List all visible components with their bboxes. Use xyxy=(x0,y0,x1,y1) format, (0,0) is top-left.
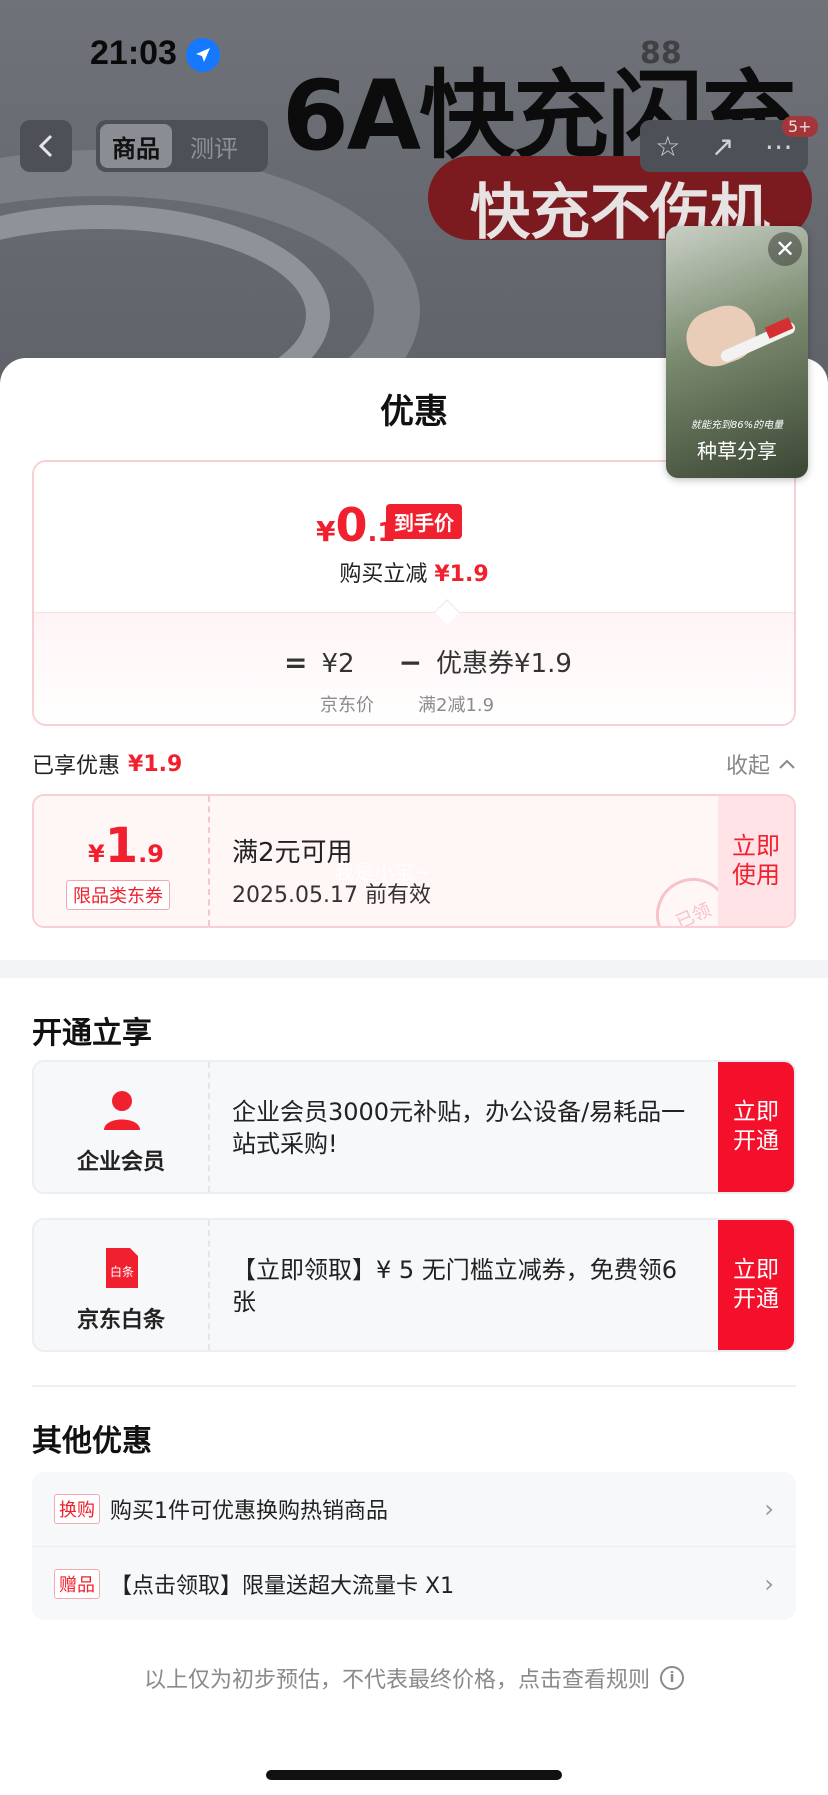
disclaimer[interactable]: 以上仅为初步预估，不代表最终价格，点击查看规则 i xyxy=(0,1662,828,1694)
floating-video[interactable]: ✕ 就能充到86%的电量 种草分享 xyxy=(666,226,808,478)
back-button[interactable] xyxy=(20,120,72,172)
tab-review[interactable]: 测评 xyxy=(178,124,250,168)
open-enterprise-button[interactable]: 立即 开通 xyxy=(718,1062,794,1192)
star-icon[interactable]: ☆ xyxy=(655,130,680,163)
collapse-button[interactable]: 收起 xyxy=(726,748,796,780)
video-hand-image xyxy=(678,297,764,375)
chevron-up-icon xyxy=(779,759,795,769)
use-coupon-button[interactable]: 立即 使用 xyxy=(718,796,794,926)
person-icon xyxy=(104,1091,140,1130)
instant-cut: 购买立减 ¥1.9 xyxy=(339,562,489,587)
price-formula: = ¥2 − 优惠券¥1.9 xyxy=(284,643,572,680)
status-time: 21:03 xyxy=(90,34,177,72)
benefit-text: 企业会员3000元补贴，办公设备/易耗品一站式采购! xyxy=(232,1098,686,1159)
tab-product[interactable]: 商品 xyxy=(100,124,172,168)
battery-indicator: 88 xyxy=(640,36,682,71)
final-price: ¥ 0 .1 xyxy=(316,498,396,552)
other-section-title: 其他优惠 xyxy=(32,1424,152,1459)
coupon-rule-label: 满2减1.9 xyxy=(418,695,495,716)
info-icon: i xyxy=(660,1666,684,1690)
discount-sheet: 优惠 ¥ 0 .1 到手价 购买立减 ¥1.9 = ¥2 − 优惠券¥1.9 京… xyxy=(0,358,828,1795)
chevron-left-icon xyxy=(38,134,53,158)
video-caption: 就能充到86%的电量 xyxy=(690,420,784,431)
message-badge: 5+ xyxy=(782,116,818,137)
list-item-gift[interactable]: 赠品 【点击领取】限量送超大流量卡 X1 › xyxy=(32,1546,796,1620)
benefit-card-baitiao: 白条 京东白条 【立即领取】¥ 5 无门槛立减券，免费领6张 立即 开通 xyxy=(32,1218,796,1352)
section-divider xyxy=(0,960,828,978)
other-discount-list: 换购 购买1件可优惠换购热销商品 › 赠品 【点击领取】限量送超大流量卡 X1 … xyxy=(32,1472,796,1620)
video-label: 种草分享 xyxy=(697,439,777,463)
share-icon[interactable]: ↗ xyxy=(711,130,734,163)
coupon-card: ¥ 1 .9 限品类东券 满2元可用 2025.05.17 前有效 我是小宝~ … xyxy=(32,794,796,928)
svg-text:白条: 白条 xyxy=(110,1264,134,1279)
open-baitiao-button[interactable]: 立即 开通 xyxy=(718,1220,794,1350)
enjoyed-discount-row: 已享优惠 ¥1.9 收起 xyxy=(32,746,796,782)
price-breakdown: = ¥2 − 优惠券¥1.9 京东价 满2减1.9 xyxy=(34,612,794,724)
coupon-type-tag: 限品类东券 xyxy=(66,880,170,910)
jd-price-label: 京东价 xyxy=(320,695,374,716)
home-indicator xyxy=(266,1770,562,1780)
jd-price: ¥2 xyxy=(321,649,355,679)
divider xyxy=(32,1385,796,1387)
price-summary-card: ¥ 0 .1 到手价 购买立减 ¥1.9 = ¥2 − 优惠券¥1.9 京东价 … xyxy=(32,460,796,726)
product-tabs: 商品 测评 xyxy=(96,120,268,172)
coupon-discount: 优惠券¥1.9 xyxy=(436,649,572,679)
final-price-tag: 到手价 xyxy=(386,504,462,539)
exchange-tag: 换购 xyxy=(54,1494,100,1524)
list-item-exchange[interactable]: 换购 购买1件可优惠换购热销商品 › xyxy=(32,1472,796,1546)
location-arrow-icon xyxy=(186,38,220,72)
watermark-text: 我是小宝~ xyxy=(334,860,431,884)
chevron-right-icon: › xyxy=(764,1569,774,1598)
close-icon[interactable]: ✕ xyxy=(768,232,802,266)
benefit-card-enterprise: 企业会员 企业会员3000元补贴，办公设备/易耗品一站式采购! 立即 开通 xyxy=(32,1060,796,1194)
baitiao-icon: 白条 xyxy=(106,1248,138,1288)
coupon-value: ¥ 1 .9 限品类东券 xyxy=(34,796,210,926)
benefit-name: 京东白条 xyxy=(76,1308,165,1333)
chevron-right-icon: › xyxy=(764,1495,774,1523)
benefit-text: 【立即领取】¥ 5 无门槛立减券，免费领6张 xyxy=(232,1256,678,1317)
benefit-name: 企业会员 xyxy=(76,1150,165,1175)
open-section-title: 开通立享 xyxy=(32,1016,152,1051)
gift-tag: 赠品 xyxy=(54,1568,100,1599)
